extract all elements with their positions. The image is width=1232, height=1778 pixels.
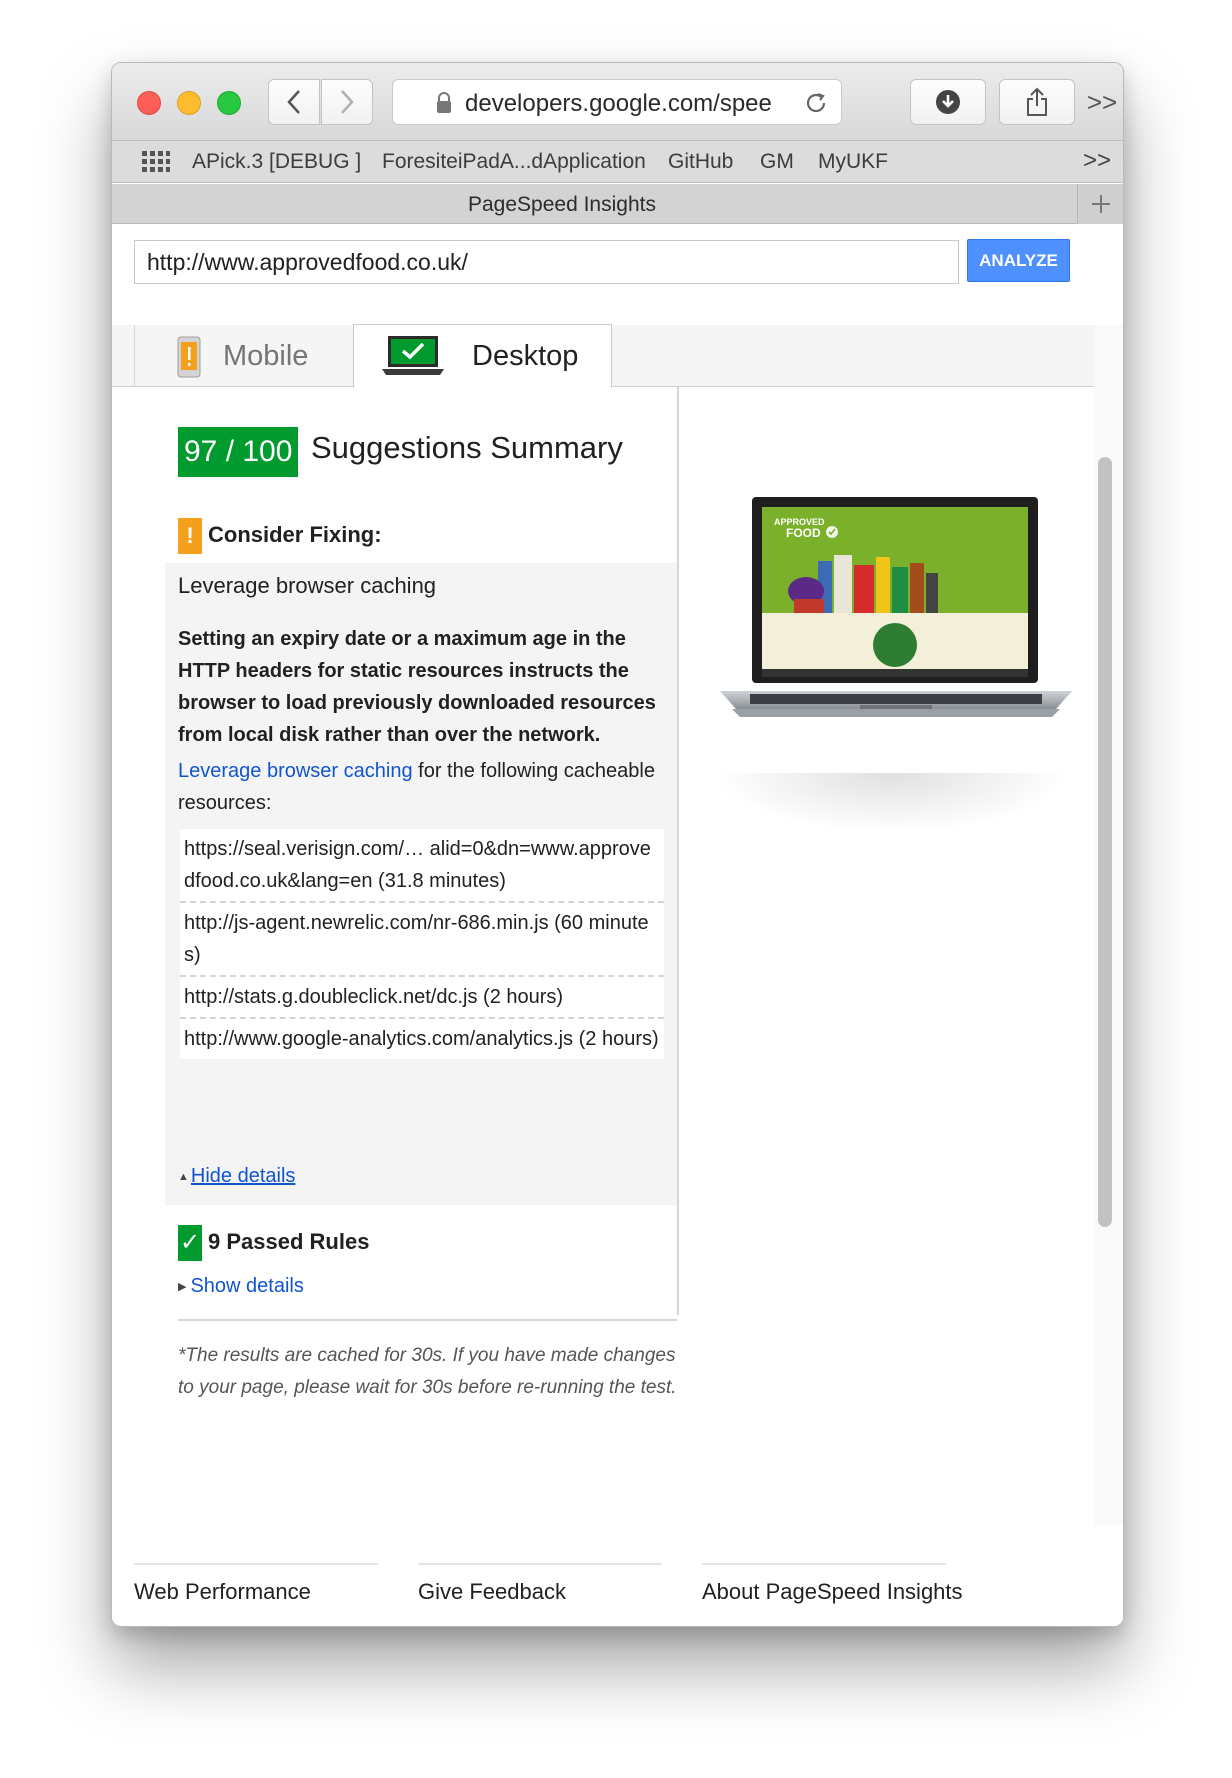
hide-details-label: Hide details: [190, 1165, 296, 1187]
checkmark-icon: ✓: [178, 1225, 202, 1261]
tab-mobile[interactable]: Mobile: [134, 325, 351, 387]
lock-icon: [437, 92, 451, 113]
cache-note: *The results are cached for 30s. If you …: [178, 1345, 677, 1398]
bookmark-apick[interactable]: APick.3 [DEBUG ]: [192, 150, 361, 174]
section-divider: [178, 1319, 677, 1321]
summary-title: Suggestions Summary: [311, 430, 623, 465]
desktop-preview-image: APPROVED FOOD: [720, 497, 1072, 717]
resource-list: https://seal.verisign.com/… alid=0&dn=ww…: [180, 829, 664, 1059]
list-item: http://js-agent.newrelic.com/nr-686.min.…: [180, 903, 664, 977]
share-button[interactable]: [999, 79, 1075, 125]
footer-rule: [134, 1563, 378, 1565]
triangle-up-icon: ▲: [178, 1171, 189, 1183]
preview-shadow: [712, 773, 1070, 833]
analyze-url-input[interactable]: [134, 240, 959, 284]
list-item: http://stats.g.doubleclick.net/dc.js (2 …: [180, 977, 664, 1019]
consider-fixing-heading: Consider Fixing:: [208, 522, 382, 547]
bookmark-foresite[interactable]: ForesiteiPadA...dApplication: [382, 150, 646, 174]
tab-desktop[interactable]: Desktop: [353, 324, 612, 388]
downloads-button[interactable]: [910, 79, 986, 125]
address-bar[interactable]: developers.google.com/spee: [392, 79, 842, 125]
rule-description: Setting an expiry date or a maximum age …: [178, 628, 656, 746]
browser-tab-bar: PageSpeed Insights: [112, 184, 1123, 224]
page-content: ANALYZE Mobile Desktop: [112, 225, 1123, 1626]
new-tab-button[interactable]: [1077, 184, 1123, 224]
hide-details-link[interactable]: ▲ Hide details: [178, 1165, 295, 1188]
share-icon: [1027, 87, 1047, 116]
list-item: http://www.google-analytics.com/analytic…: [184, 1028, 659, 1050]
minimize-window-button[interactable]: [177, 91, 201, 115]
close-window-button[interactable]: [137, 91, 161, 115]
browser-window: developers.google.com/spee >> APick.3 [D…: [111, 62, 1124, 1627]
address-text: developers.google.com/spee: [465, 90, 772, 117]
device-tabs: Mobile Desktop: [112, 324, 1094, 388]
leverage-caching-link[interactable]: Leverage browser caching: [178, 760, 413, 782]
bookmark-github[interactable]: GitHub: [668, 150, 733, 174]
chevron-right-icon: [341, 90, 354, 114]
bookmarks-overflow-button[interactable]: >>: [1083, 147, 1111, 175]
back-button[interactable]: [268, 79, 320, 125]
rule-title: Leverage browser caching: [178, 573, 437, 598]
forward-button[interactable]: [321, 79, 373, 125]
list-item: https://seal.verisign.com/… alid=0&dn=ww…: [180, 829, 664, 903]
phone-warning-icon: [177, 336, 201, 378]
browser-tab-title[interactable]: PageSpeed Insights: [112, 193, 1012, 217]
reload-icon[interactable]: [803, 90, 829, 116]
analyze-button[interactable]: ANALYZE: [967, 239, 1070, 282]
footer-rule: [702, 1563, 946, 1565]
browser-toolbar: developers.google.com/spee >>: [112, 63, 1123, 141]
preview-brand-line2: FOOD: [786, 526, 821, 540]
toolbar-overflow-button[interactable]: >>: [1087, 87, 1117, 117]
apps-grid-icon[interactable]: [142, 151, 170, 173]
plus-icon: [1091, 195, 1110, 213]
footer-about-link[interactable]: About PageSpeed Insights: [702, 1579, 963, 1605]
footer-web-performance-link[interactable]: Web Performance: [134, 1579, 311, 1605]
show-details-link[interactable]: ▶ Show details: [178, 1275, 304, 1298]
scrollbar-thumb[interactable]: [1098, 457, 1112, 1227]
bookmark-myukf[interactable]: MyUKF: [818, 150, 888, 174]
triangle-right-icon: ▶: [178, 1281, 187, 1293]
download-icon: [936, 90, 960, 114]
passed-rules-heading: 9 Passed Rules: [208, 1229, 370, 1254]
bookmarks-bar: APick.3 [DEBUG ] ForesiteiPadA...dApplic…: [112, 141, 1123, 183]
zoom-window-button[interactable]: [217, 91, 241, 115]
chevron-left-icon: [287, 90, 300, 114]
footer-rule: [418, 1563, 662, 1565]
warning-icon: !: [178, 518, 202, 554]
laptop-check-icon: [382, 336, 444, 375]
footer-give-feedback-link[interactable]: Give Feedback: [418, 1579, 566, 1605]
tab-desktop-label: Desktop: [472, 340, 579, 372]
score-badge: 97 / 100: [178, 427, 299, 477]
bookmark-gm[interactable]: GM: [760, 150, 794, 174]
column-divider: [677, 387, 679, 1315]
rule-link-line: Leverage browser caching for the followi…: [178, 755, 668, 819]
tab-mobile-label: Mobile: [223, 340, 309, 372]
show-details-label: Show details: [190, 1275, 304, 1297]
